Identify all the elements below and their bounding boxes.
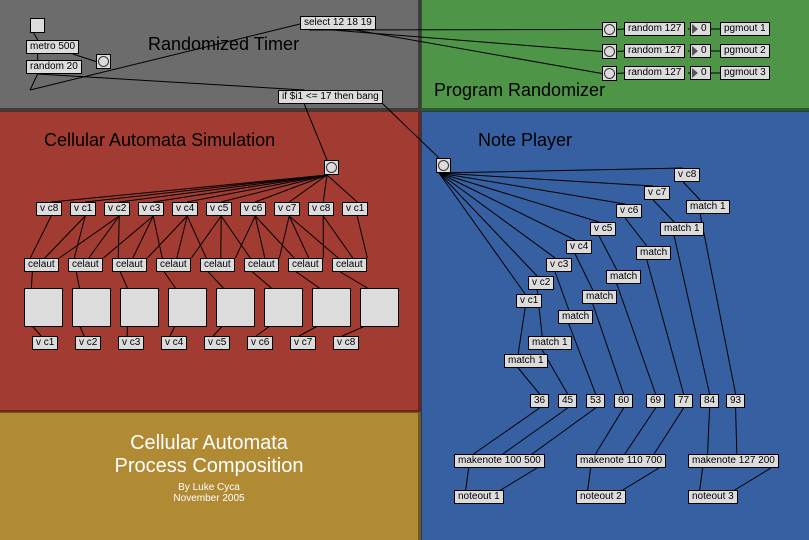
header-note: Note Player bbox=[478, 130, 572, 151]
note-match-1[interactable]: match 1 bbox=[528, 336, 572, 350]
note-var-7[interactable]: v c8 bbox=[674, 168, 700, 182]
ca-var-top-2[interactable]: v c2 bbox=[104, 202, 130, 216]
prog-bang-2[interactable] bbox=[602, 44, 617, 59]
noteout-2[interactable]: noteout 3 bbox=[688, 490, 738, 504]
celaut-1[interactable]: celaut bbox=[68, 258, 103, 272]
note-fanout-bang[interactable] bbox=[436, 158, 451, 173]
composition-title: Cellular Automata Process Composition By… bbox=[0, 432, 418, 504]
select-object[interactable]: select 12 18 19 bbox=[300, 16, 376, 30]
ca-display-4[interactable] bbox=[216, 288, 255, 327]
random20-object[interactable]: random 20 bbox=[26, 60, 82, 74]
celaut-2[interactable]: celaut bbox=[112, 258, 147, 272]
celaut-6[interactable]: celaut bbox=[288, 258, 323, 272]
makenote-1[interactable]: makenote 110 700 bbox=[576, 454, 666, 468]
ca-display-2[interactable] bbox=[120, 288, 159, 327]
metro-object[interactable]: metro 500 bbox=[26, 40, 79, 54]
header-prog: Program Randomizer bbox=[434, 80, 605, 101]
title-author: By Luke Cyca bbox=[0, 482, 418, 493]
ca-var-bottom-1[interactable]: v c2 bbox=[75, 336, 101, 350]
note-var-3[interactable]: v c4 bbox=[566, 240, 592, 254]
ca-var-bottom-4[interactable]: v c5 bbox=[204, 336, 230, 350]
note-match-3[interactable]: match bbox=[582, 290, 617, 304]
ca-display-1[interactable] bbox=[72, 288, 111, 327]
note-var-0[interactable]: v c1 bbox=[516, 294, 542, 308]
note-num-6[interactable]: 84 bbox=[700, 394, 719, 408]
ca-display-7[interactable] bbox=[360, 288, 399, 327]
note-num-5[interactable]: 77 bbox=[674, 394, 693, 408]
note-num-3[interactable]: 60 bbox=[614, 394, 633, 408]
ca-var-bottom-7[interactable]: v c8 bbox=[333, 336, 359, 350]
note-num-4[interactable]: 69 bbox=[646, 394, 665, 408]
prog-random-1[interactable]: random 127 bbox=[624, 22, 685, 36]
ca-var-top-5[interactable]: v c5 bbox=[206, 202, 232, 216]
ca-var-top-8[interactable]: v c8 bbox=[308, 202, 334, 216]
ca-var-bottom-5[interactable]: v c6 bbox=[247, 336, 273, 350]
title-date: November 2005 bbox=[0, 493, 418, 504]
ca-var-bottom-2[interactable]: v c3 bbox=[118, 336, 144, 350]
note-match-6[interactable]: match 1 bbox=[660, 222, 704, 236]
note-num-0[interactable]: 36 bbox=[530, 394, 549, 408]
note-match-5[interactable]: match bbox=[636, 246, 671, 260]
ca-display-3[interactable] bbox=[168, 288, 207, 327]
ca-var-bottom-3[interactable]: v c4 bbox=[161, 336, 187, 350]
celaut-4[interactable]: celaut bbox=[200, 258, 235, 272]
title-line1: Cellular Automata bbox=[0, 432, 418, 455]
ifbang-object[interactable]: if $i1 <= 17 then bang bbox=[278, 90, 383, 104]
note-num-2[interactable]: 53 bbox=[586, 394, 605, 408]
celaut-7[interactable]: celaut bbox=[332, 258, 367, 272]
ca-var-top-9[interactable]: v c1 bbox=[342, 202, 368, 216]
note-match-4[interactable]: match bbox=[606, 270, 641, 284]
prog-bang-3[interactable] bbox=[602, 66, 617, 81]
title-line2: Process Composition bbox=[0, 455, 418, 478]
ca-var-bottom-0[interactable]: v c1 bbox=[32, 336, 58, 350]
prog-zero-3[interactable]: 0 bbox=[690, 66, 711, 80]
ca-fanout-bang[interactable] bbox=[324, 160, 339, 175]
ca-var-top-6[interactable]: v c6 bbox=[240, 202, 266, 216]
note-num-7[interactable]: 93 bbox=[726, 394, 745, 408]
prog-pgmout-2[interactable]: pgmout 2 bbox=[720, 44, 770, 58]
noteout-0[interactable]: noteout 1 bbox=[454, 490, 504, 504]
ca-display-5[interactable] bbox=[264, 288, 303, 327]
note-var-6[interactable]: v c7 bbox=[644, 186, 670, 200]
header-ca: Cellular Automata Simulation bbox=[44, 130, 275, 151]
ca-var-top-4[interactable]: v c4 bbox=[172, 202, 198, 216]
header-timer: Randomized Timer bbox=[148, 34, 299, 55]
note-match-0[interactable]: match 1 bbox=[504, 354, 548, 368]
ca-display-6[interactable] bbox=[312, 288, 351, 327]
prog-bang-1[interactable] bbox=[602, 22, 617, 37]
note-match-2[interactable]: match bbox=[558, 310, 593, 324]
toggle[interactable] bbox=[30, 18, 45, 33]
ca-var-top-3[interactable]: v c3 bbox=[138, 202, 164, 216]
prog-pgmout-1[interactable]: pgmout 1 bbox=[720, 22, 770, 36]
makenote-0[interactable]: makenote 100 500 bbox=[454, 454, 545, 468]
note-match-7[interactable]: match 1 bbox=[686, 200, 730, 214]
note-num-1[interactable]: 45 bbox=[558, 394, 577, 408]
note-var-2[interactable]: v c3 bbox=[546, 258, 572, 272]
prog-zero-2[interactable]: 0 bbox=[690, 44, 711, 58]
prog-random-3[interactable]: random 127 bbox=[624, 66, 685, 80]
noteout-1[interactable]: noteout 2 bbox=[576, 490, 626, 504]
note-var-4[interactable]: v c5 bbox=[590, 222, 616, 236]
ca-var-top-0[interactable]: v c8 bbox=[36, 202, 62, 216]
ca-var-top-7[interactable]: v c7 bbox=[274, 202, 300, 216]
ca-var-bottom-6[interactable]: v c7 bbox=[290, 336, 316, 350]
celaut-0[interactable]: celaut bbox=[24, 258, 59, 272]
celaut-5[interactable]: celaut bbox=[244, 258, 279, 272]
timer-bang[interactable] bbox=[96, 54, 111, 69]
ca-var-top-1[interactable]: v c1 bbox=[70, 202, 96, 216]
note-var-5[interactable]: v c6 bbox=[616, 204, 642, 218]
note-var-1[interactable]: v c2 bbox=[528, 276, 554, 290]
makenote-2[interactable]: makenote 127 200 bbox=[688, 454, 779, 468]
ca-display-0[interactable] bbox=[24, 288, 63, 327]
panel-note-player bbox=[421, 111, 809, 540]
celaut-3[interactable]: celaut bbox=[156, 258, 191, 272]
prog-pgmout-3[interactable]: pgmout 3 bbox=[720, 66, 770, 80]
prog-random-2[interactable]: random 127 bbox=[624, 44, 685, 58]
prog-zero-1[interactable]: 0 bbox=[690, 22, 711, 36]
